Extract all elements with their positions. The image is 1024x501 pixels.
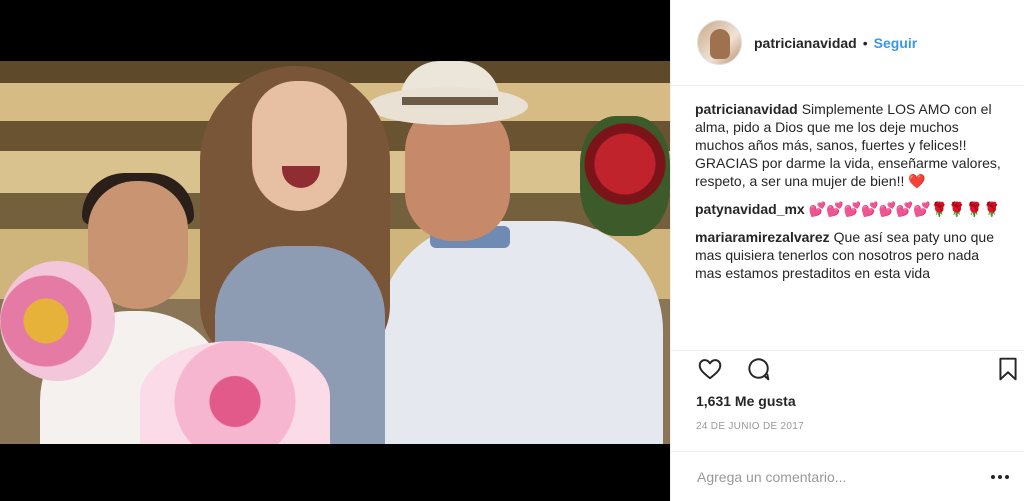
comment-item: patricianavidad Simplemente LOS AMO con e…	[695, 100, 1005, 190]
man-hat-band	[402, 97, 498, 105]
post-sidebar: patricianavidad • Seguir patricianavidad…	[670, 0, 1024, 501]
sunflower-bouquet	[0, 261, 115, 381]
heart-icon[interactable]	[697, 356, 723, 382]
heart-emoji: ❤️	[908, 173, 926, 189]
post-date: 24 DE JUNIO DE 2017	[696, 421, 804, 432]
add-comment-bar	[671, 451, 1024, 501]
likes-count[interactable]: 1,631 Me gusta	[696, 393, 796, 409]
dot	[998, 474, 1002, 479]
action-bar	[671, 350, 1024, 388]
dot	[991, 474, 995, 479]
man-hat-brim	[368, 87, 528, 125]
woman-center-face	[252, 81, 347, 211]
comment-username[interactable]: mariaramirezalvarez	[695, 229, 830, 245]
dot	[1005, 474, 1009, 479]
post-media	[0, 0, 670, 501]
comment-item: mariaramirezalvarez Que así sea paty uno …	[695, 228, 1005, 282]
comment-item: patynavidad_mx 💕💕💕💕💕💕💕🌹🌹🌹🌹	[695, 200, 1005, 218]
comment-text: 💕💕💕💕💕💕💕🌹🌹🌹🌹	[808, 201, 1001, 217]
post-header: patricianavidad • Seguir	[671, 0, 1024, 86]
man-shirt	[378, 221, 663, 444]
comment-input[interactable]	[697, 468, 989, 485]
more-options-icon[interactable]	[989, 466, 1011, 488]
comment-username[interactable]: patricianavidad	[695, 101, 798, 117]
post-photo[interactable]	[0, 61, 670, 444]
comment-username[interactable]: patynavidad_mx	[695, 201, 805, 217]
roses-bouquet	[580, 116, 670, 236]
comment-icon[interactable]	[745, 356, 771, 382]
pink-bouquet	[140, 341, 330, 444]
avatar[interactable]	[697, 20, 742, 65]
header-username[interactable]: patricianavidad	[754, 35, 857, 51]
bookmark-icon[interactable]	[995, 356, 1021, 382]
follow-button[interactable]: Seguir	[874, 35, 918, 51]
separator-dot: •	[862, 34, 868, 51]
comments-list[interactable]: patricianavidad Simplemente LOS AMO con e…	[695, 100, 1005, 346]
